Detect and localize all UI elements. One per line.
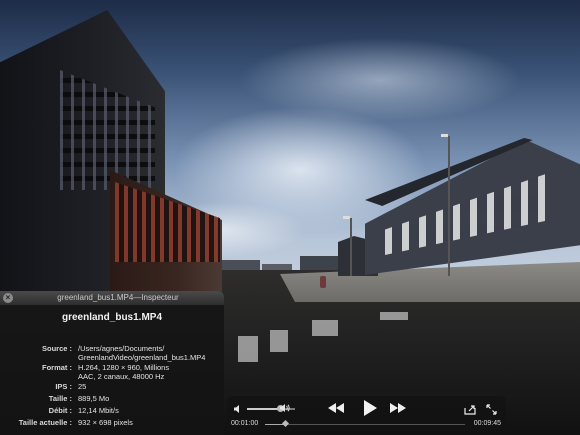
street-lamp <box>350 218 352 276</box>
volume-level <box>247 408 281 410</box>
time-total: 00:09:45 <box>473 420 501 427</box>
info-value: GreenlandVideo/greenland_bus1.MP4 <box>78 353 206 362</box>
info-value: 932 × 698 pixels <box>78 418 133 427</box>
info-value: 25 <box>78 382 87 391</box>
info-value: 12,14 Mbit/s <box>78 406 119 415</box>
time-elapsed: 00:01:00 <box>231 420 259 427</box>
share-icon[interactable] <box>464 402 476 420</box>
street-lamp <box>448 136 450 276</box>
street-lamp-head <box>343 216 350 219</box>
info-value: H.264, 1280 × 960, Millions <box>78 363 170 372</box>
info-label: Format : <box>42 363 72 372</box>
play-icon[interactable] <box>362 399 378 422</box>
crosswalk-stripe <box>312 320 338 336</box>
fast-forward-icon[interactable] <box>389 401 407 419</box>
inspector-panel: × greenland_bus1.MP4—Inspecteur greenlan… <box>0 291 224 435</box>
info-label: Taille actuelle : <box>18 418 72 427</box>
info-label: Source : <box>41 344 72 353</box>
close-icon[interactable]: × <box>3 293 13 303</box>
playhead[interactable] <box>282 419 290 428</box>
inspector-titlebar[interactable]: × greenland_bus1.MP4—Inspecteur <box>0 291 224 305</box>
crosswalk-stripe <box>238 336 258 362</box>
inspector-filename: greenland_bus1.MP4 <box>61 312 163 323</box>
info-label: Débit : <box>48 406 72 415</box>
inspector-window-title: greenland_bus1.MP4—Inspecteur <box>57 293 179 302</box>
timeline-scrubber[interactable] <box>265 424 465 425</box>
speaker-low-icon[interactable] <box>233 404 243 416</box>
crosswalk-stripe <box>270 330 288 352</box>
street-lamp-head <box>441 134 448 137</box>
speaker-high-icon[interactable] <box>279 403 291 415</box>
fullscreen-icon[interactable] <box>486 402 497 420</box>
playback-controls: 00:01:00 00:09:45 <box>227 396 506 433</box>
crosswalk-stripe <box>380 312 408 320</box>
info-value: AAC, 2 canaux, 48000 Hz <box>78 372 165 381</box>
rewind-icon[interactable] <box>327 401 345 419</box>
cyclist <box>320 276 326 288</box>
info-label: Taille : <box>48 394 72 403</box>
info-label: IPS : <box>55 382 72 391</box>
info-value: 889,5 Mo <box>78 394 110 403</box>
info-value: /Users/agnes/Documents/ <box>78 344 165 353</box>
